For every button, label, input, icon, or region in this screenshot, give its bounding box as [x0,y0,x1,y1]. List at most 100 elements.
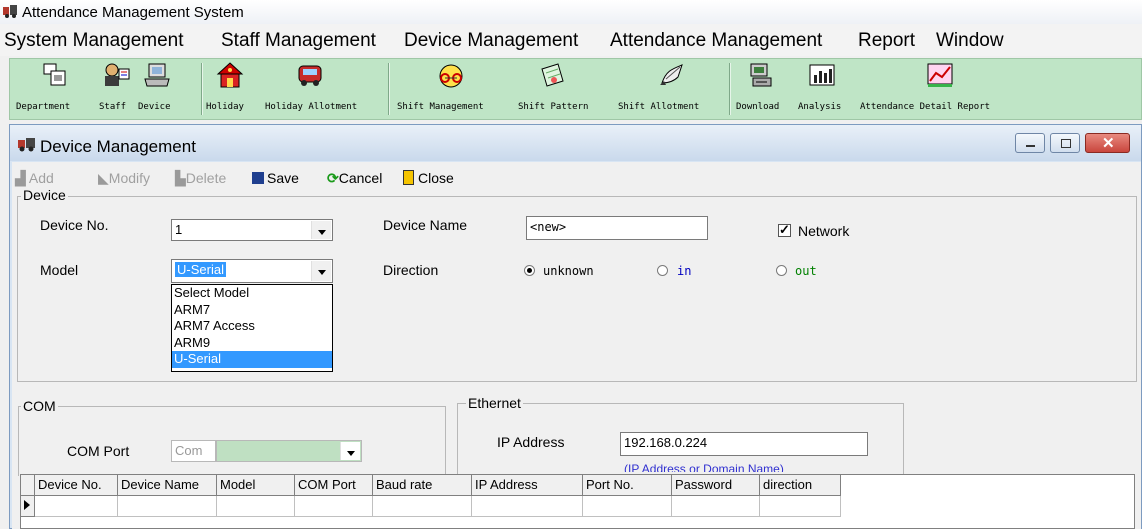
menu-device-management[interactable]: Device Management [404,30,578,52]
network-checkbox[interactable]: ✓ [778,222,791,237]
toolbar-shift-pattern-label: Shift Pattern [518,102,589,112]
toolbar-staff-label: Staff [99,102,127,112]
column-header-ip-address[interactable]: IP Address [472,475,583,496]
device-no-dropdown-button[interactable] [311,221,331,239]
grid-cell[interactable] [583,496,672,517]
toolbar-department-button[interactable]: Department [16,59,94,119]
column-header-password[interactable]: Password [672,475,760,496]
device-name-input[interactable]: <new> [526,216,708,240]
shift-pattern-icon [541,63,564,87]
model-option[interactable]: ARM9 [172,335,332,352]
model-dropdown-list: Select Model ARM7 ARM7 Access ARM9 U-Ser… [171,284,333,372]
modify-icon: ◣ [98,170,109,186]
model-combo[interactable]: U-Serial [171,259,333,283]
row-pointer-icon [24,500,30,510]
grid-corner-header [21,475,35,496]
minimize-button[interactable] [1015,133,1045,153]
close-window-button[interactable]: ✕ [1085,133,1130,153]
column-header-com-port[interactable]: COM Port [295,475,373,496]
com-port-label: COM Port [67,443,130,459]
direction-in-radio[interactable] [657,265,668,276]
toolbar-download-button[interactable]: Download [734,59,792,119]
menu-bar: System Management Staff Management Devic… [0,24,1142,56]
grid-cell[interactable] [672,496,760,517]
grid-cell[interactable] [373,496,472,517]
direction-unknown-radio[interactable] [524,265,535,276]
device-no-value: 1 [175,222,183,237]
model-value: U-Serial [175,262,226,277]
device-no-combo[interactable]: 1 [171,219,333,241]
device-name-label: Device Name [383,217,468,233]
direction-out-radio[interactable] [776,265,787,276]
column-header-port-no[interactable]: Port No. [583,475,672,496]
toolbar-shift-allotment-button[interactable]: Shift Allotment [616,59,720,119]
menu-attendance-management[interactable]: Attendance Management [610,30,822,52]
delete-label: Delete [185,170,227,186]
device-name-value: <new> [530,220,567,234]
window-title: Device Management [40,137,196,156]
column-header-model[interactable]: Model [217,475,295,496]
menu-staff-management[interactable]: Staff Management [221,30,376,52]
chevron-down-icon [318,230,326,235]
checkmark-icon: ✓ [779,222,790,237]
staff-icon [105,63,130,86]
menu-window[interactable]: Window [936,30,1004,52]
toolbar-download-label: Download [736,102,780,112]
model-option[interactable]: Select Model [172,285,332,302]
cancel-command[interactable]: ⟳Cancel [327,170,382,187]
toolbar-shift-management-button[interactable]: Shift Management [395,59,510,119]
menu-system-management[interactable]: System Management [4,30,184,52]
toolbar-shift-pattern-button[interactable]: Shift Pattern [516,59,612,119]
ip-address-input[interactable]: 192.168.0.224 [620,432,868,456]
toolbar-staff-button[interactable]: Staff [99,59,133,119]
com-port-combo[interactable] [216,440,362,462]
toolbar-separator [729,63,731,115]
toolbar-holiday-label: Holiday [206,102,244,112]
com-port-dropdown-button[interactable] [340,442,360,460]
grid-cell[interactable] [760,496,841,517]
toolbar-attendance-detail-report-button[interactable]: Attendance Detail Report [858,59,1022,119]
delete-command[interactable]: ▙Delete [175,170,226,187]
model-option[interactable]: ARM7 Access [172,318,332,335]
add-command[interactable]: ▟ Add [15,170,54,187]
toolbar-shift-allotment-label: Shift Allotment [618,102,700,112]
toolbar-holiday-button[interactable]: Holiday [206,59,254,119]
save-command[interactable]: Save [252,170,299,186]
model-option[interactable]: ARM7 [172,302,332,319]
menu-report[interactable]: Report [858,30,915,52]
com-prefix-field: Com [171,440,216,462]
grid-cell[interactable] [472,496,583,517]
ip-address-hint: (IP Address or Domain Name) [624,462,784,472]
toolbar-device-button[interactable]: Device [138,59,176,119]
column-header-direction[interactable]: direction [760,475,841,496]
direction-unknown-label: unknown [543,264,594,278]
grid-cell[interactable] [118,496,217,517]
attendance-report-icon [927,63,953,87]
modify-command[interactable]: ◣Modify [98,170,150,187]
toolbar-holiday-allotment-button[interactable]: Holiday Allotment [262,59,376,119]
chevron-down-icon [347,451,355,456]
department-icon [43,63,66,86]
device-no-label: Device No. [40,217,109,233]
holiday-allotment-icon [298,65,322,86]
grid-cell[interactable] [35,496,118,517]
maximize-button[interactable] [1050,133,1080,153]
window-title-bar: Device Management ✕ [10,125,1141,161]
app-title: Attendance Management System [22,4,244,21]
model-option-selected[interactable]: U-Serial [172,351,332,368]
column-header-device-name[interactable]: Device Name [118,475,217,496]
model-dropdown-button[interactable] [311,261,331,281]
shift-allotment-icon [660,64,683,85]
column-header-device-no[interactable]: Device No. [35,475,118,496]
toolbar-department-label: Department [16,102,71,112]
column-header-baud-rate[interactable]: Baud rate [373,475,472,496]
door-icon [403,170,414,185]
toolbar-attendance-detail-report-label: Attendance Detail Report [860,102,991,112]
save-icon [252,172,264,184]
close-command[interactable]: Close [403,170,454,186]
grid-cell[interactable] [295,496,373,517]
grid-cell[interactable] [217,496,295,517]
toolbar-analysis-button[interactable]: Analysis [796,59,852,119]
network-label: Network [798,223,850,239]
row-indicator[interactable] [21,496,35,517]
